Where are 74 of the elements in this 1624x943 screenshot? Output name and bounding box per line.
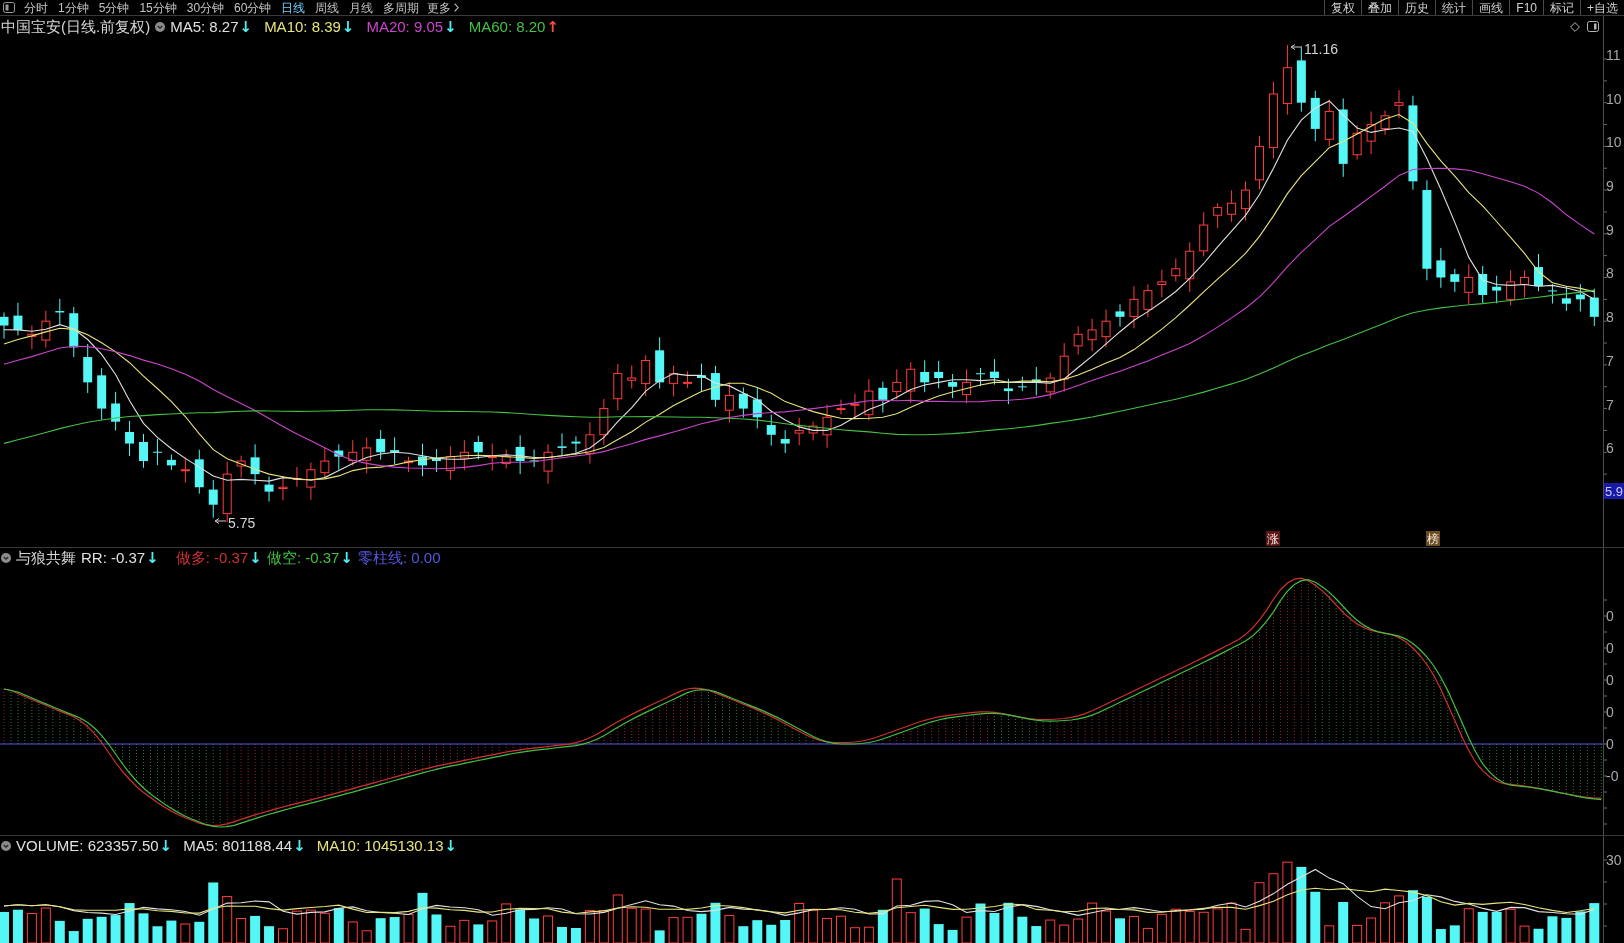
toolbar-button[interactable]: 画线 xyxy=(1472,0,1510,15)
trend-arrow: ↓ xyxy=(444,18,457,35)
leader-arrow xyxy=(1290,44,1303,50)
leader-arrow xyxy=(214,518,227,524)
trend-arrow: ↓ xyxy=(340,549,353,566)
axis-label: 9 xyxy=(1606,178,1614,195)
toolbar-button[interactable]: 统计 xyxy=(1435,0,1473,15)
trend-arrow: ↓ xyxy=(239,18,253,35)
period-tab[interactable]: 周线 xyxy=(315,0,340,15)
panel-toggle-icon[interactable] xyxy=(1587,21,1599,32)
toolbar-button[interactable]: +自选 xyxy=(1580,0,1624,15)
period-tab[interactable]: 60分钟 xyxy=(234,0,272,15)
indicator-reading: 做空: -0.37 xyxy=(266,549,340,566)
period-tab[interactable]: 多周期 xyxy=(383,0,420,15)
toolbar-button[interactable]: 历史 xyxy=(1398,0,1436,15)
chevron-circle-icon[interactable] xyxy=(1,552,11,563)
axis-label: 0 xyxy=(1606,704,1614,720)
trend-arrow: ↓ xyxy=(146,549,159,566)
chevron-right-icon xyxy=(454,3,460,12)
signal-marker: 涨 xyxy=(1266,531,1280,546)
indicator-reading: RR: -0.37 xyxy=(81,549,146,566)
trend-arrow: ↓ xyxy=(341,18,355,35)
axis-label: 0 xyxy=(1606,640,1614,656)
indicator-reading: MA5: 801188.44 xyxy=(183,837,293,854)
toolbar-button[interactable]: 标记 xyxy=(1543,0,1580,15)
axis-label: -0 xyxy=(1606,768,1619,784)
axis-ticks xyxy=(1604,859,1608,927)
indicator-reading: VOLUME: 623357.50 xyxy=(16,837,159,854)
period-tab[interactable]: 1分钟 xyxy=(58,0,89,15)
more-menu-button[interactable]: 更多 xyxy=(427,0,460,15)
period-tab[interactable]: 30分钟 xyxy=(186,0,225,15)
axis-label: 9 xyxy=(1606,221,1614,238)
toolbar-button[interactable]: F10 xyxy=(1509,0,1543,15)
toolbar-button[interactable]: 复权 xyxy=(1324,0,1362,15)
axis-label: 8 xyxy=(1606,265,1614,282)
axis-label: 0 xyxy=(1606,608,1614,624)
price-label: 11.16 xyxy=(1304,41,1338,57)
indicator-reading: MA10: 1045130.13 xyxy=(316,837,444,854)
indicator-reading: 做多: -0.37 xyxy=(175,549,249,566)
indicator-reading: MA20: 9.05 xyxy=(366,18,444,35)
price-label: 5.75 xyxy=(228,515,256,531)
trend-arrow: ↑ xyxy=(546,18,559,35)
period-tab[interactable]: 15分钟 xyxy=(139,0,177,15)
indicator-reading: MA60: 8.20 xyxy=(468,18,546,35)
trend-arrow: ↓ xyxy=(159,837,173,854)
panel-toggle-icon[interactable] xyxy=(3,2,15,13)
signal-marker: 榜 xyxy=(1426,531,1440,546)
period-tab[interactable]: 月线 xyxy=(349,0,374,15)
period-tab[interactable]: 日线 xyxy=(281,0,306,15)
indicator-reading: MA5: 8.27 xyxy=(170,18,239,35)
toolbar-button[interactable]: 叠加 xyxy=(1361,0,1399,15)
stock-title: 中国宝安(日线.前复权) xyxy=(1,18,151,35)
axis-label: 6 xyxy=(1606,440,1614,457)
axis-label: 8 xyxy=(1606,309,1614,326)
axis-label: 11 xyxy=(1606,47,1621,63)
axis-label: 0 xyxy=(1606,736,1614,752)
axis-label: 10 xyxy=(1606,134,1622,151)
trend-arrow: ↓ xyxy=(444,837,458,854)
indicator-name: 与狼共舞 xyxy=(16,549,76,566)
diamond-icon[interactable] xyxy=(1570,21,1580,32)
trend-arrow: ↓ xyxy=(249,549,262,566)
chevron-circle-icon[interactable] xyxy=(155,21,166,32)
chevron-circle-icon[interactable] xyxy=(1,840,11,851)
axis-label: 7 xyxy=(1606,396,1614,413)
period-tab[interactable]: 分时 xyxy=(24,0,48,15)
indicator-reading: MA10: 8.39 xyxy=(264,18,341,35)
price-tag: 5.9 xyxy=(1604,483,1624,499)
trend-arrow: ↓ xyxy=(293,837,306,854)
indicator-reading: 零柱线: 0.00 xyxy=(358,549,441,566)
axis-label: 10 xyxy=(1606,90,1622,107)
axis-label: 0 xyxy=(1606,672,1614,688)
axis-label: 7 xyxy=(1606,352,1614,369)
axis-label: 30 xyxy=(1606,852,1622,868)
period-tab[interactable]: 5分钟 xyxy=(98,0,130,15)
